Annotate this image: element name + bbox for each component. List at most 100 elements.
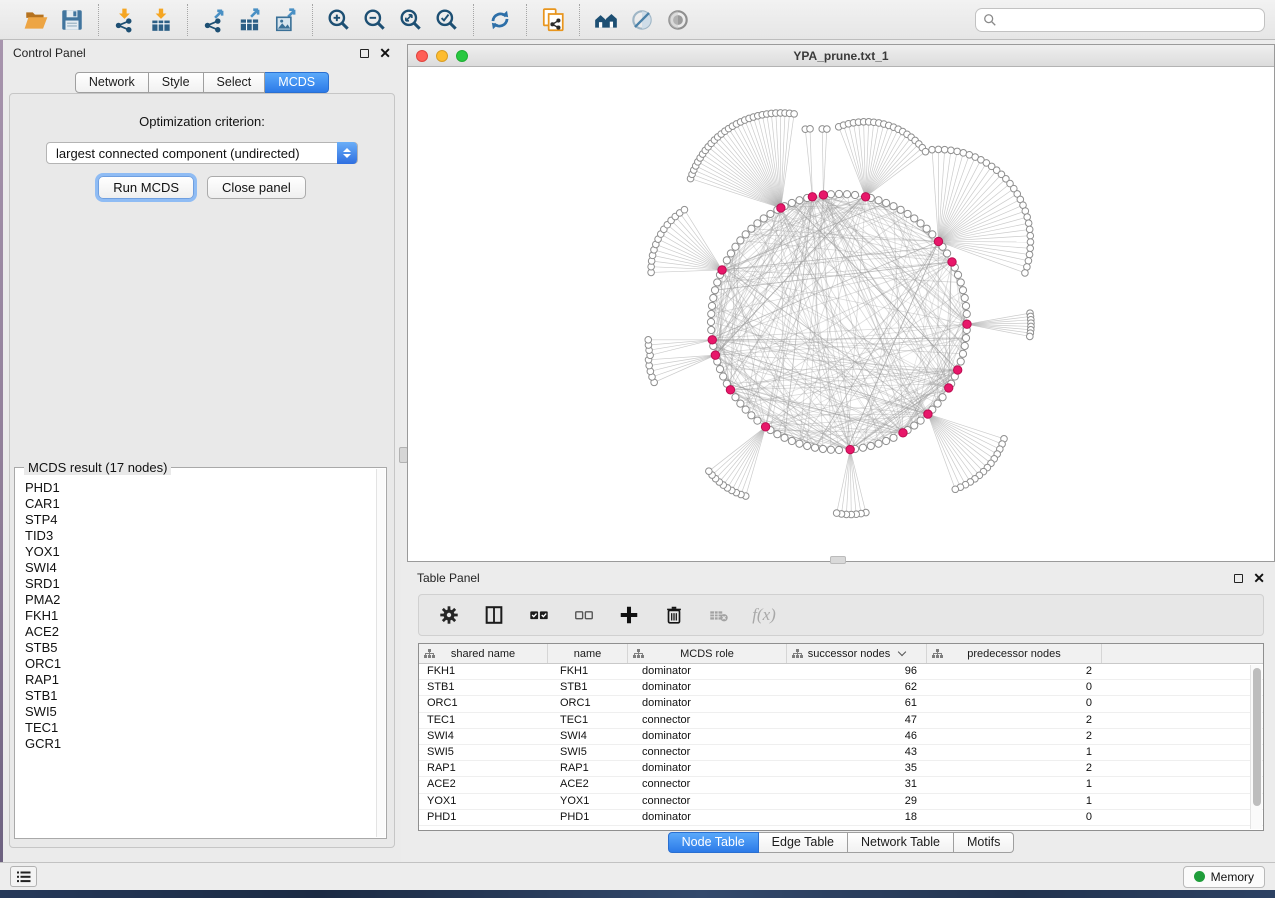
mcds-result-item[interactable]: PHD1 xyxy=(25,480,386,496)
cell-successor-nodes[interactable]: 43 xyxy=(787,745,927,760)
network-window-titlebar[interactable]: YPA_prune.txt_1 xyxy=(408,45,1274,67)
ring-node[interactable] xyxy=(911,215,918,222)
cell-MCDS-role[interactable]: dominator xyxy=(628,729,787,744)
leaf-node[interactable] xyxy=(681,206,688,213)
cell-successor-nodes[interactable]: 18 xyxy=(787,810,927,825)
dominator-node[interactable] xyxy=(711,351,719,359)
mcds-result-item[interactable]: STB5 xyxy=(25,640,386,656)
mcds-result-item[interactable]: SRD1 xyxy=(25,576,386,592)
cell-MCDS-role[interactable]: dominator xyxy=(628,696,787,711)
mcds-result-item[interactable]: ORC1 xyxy=(25,656,386,672)
cell-successor-nodes[interactable]: 35 xyxy=(787,761,927,776)
ring-node[interactable] xyxy=(748,225,755,232)
ring-node[interactable] xyxy=(707,318,714,325)
mcds-result-item[interactable]: CAR1 xyxy=(25,496,386,512)
ring-node[interactable] xyxy=(957,358,964,365)
import-table-icon[interactable] xyxy=(146,6,176,34)
cell-name[interactable]: FKH1 xyxy=(548,664,628,679)
cell-shared-name[interactable]: FKH1 xyxy=(419,664,548,679)
table-row[interactable]: STB1STB1dominator620 xyxy=(419,680,1263,696)
cell-name[interactable]: ORC1 xyxy=(548,696,628,711)
mcds-result-item[interactable]: ACE2 xyxy=(25,624,386,640)
ring-node[interactable] xyxy=(961,342,968,349)
dominator-node[interactable] xyxy=(899,429,907,437)
zoom-selected-icon[interactable] xyxy=(432,6,462,34)
ring-node[interactable] xyxy=(788,437,795,444)
table-tab-network-table[interactable]: Network Table xyxy=(848,832,954,853)
cell-shared-name[interactable]: ACE2 xyxy=(419,777,548,792)
cell-name[interactable]: SWI4 xyxy=(548,729,628,744)
panel-menu-button[interactable] xyxy=(10,866,37,887)
table-tab-edge-table[interactable]: Edge Table xyxy=(759,832,848,853)
ring-node[interactable] xyxy=(959,287,966,294)
cell-successor-nodes[interactable]: 29 xyxy=(787,794,927,809)
cell-MCDS-role[interactable]: connector xyxy=(628,713,787,728)
column-header-MCDS-role[interactable]: MCDS role xyxy=(628,644,787,663)
mcds-result-item[interactable]: SWI4 xyxy=(25,560,386,576)
cell-MCDS-role[interactable]: dominator xyxy=(628,664,787,679)
cell-MCDS-role[interactable]: dominator xyxy=(628,761,787,776)
ring-node[interactable] xyxy=(875,197,882,204)
ring-node[interactable] xyxy=(963,310,970,317)
dominator-node[interactable] xyxy=(861,193,869,201)
mcds-result-item[interactable]: STP4 xyxy=(25,512,386,528)
ring-node[interactable] xyxy=(714,279,721,286)
ring-node[interactable] xyxy=(716,366,723,373)
mcds-result-item[interactable]: TID3 xyxy=(25,528,386,544)
ring-node[interactable] xyxy=(911,422,918,429)
ring-node[interactable] xyxy=(904,210,911,217)
table-scrollbar[interactable] xyxy=(1250,665,1262,829)
cell-shared-name[interactable]: TEC1 xyxy=(419,713,548,728)
table-row[interactable]: YOX1YOX1connector291 xyxy=(419,794,1263,810)
zoom-fit-icon[interactable] xyxy=(396,6,426,34)
dominator-node[interactable] xyxy=(924,410,932,418)
table-row[interactable]: ACE2ACE2connector311 xyxy=(419,777,1263,793)
cell-successor-nodes[interactable]: 61 xyxy=(787,696,927,711)
cell-MCDS-role[interactable]: connector xyxy=(628,794,787,809)
table-row[interactable]: TEC1TEC1connector472 xyxy=(419,713,1263,729)
ring-node[interactable] xyxy=(710,294,717,301)
tab-style[interactable]: Style xyxy=(149,72,204,93)
leaf-node[interactable] xyxy=(1025,220,1032,227)
ring-node[interactable] xyxy=(804,442,811,449)
optimization-criterion-select[interactable]: largest connected component (undirected) xyxy=(46,142,358,164)
export-network-icon[interactable] xyxy=(199,6,229,34)
ring-node[interactable] xyxy=(843,191,850,198)
cell-shared-name[interactable]: YOX1 xyxy=(419,794,548,809)
cell-predecessor-nodes[interactable]: 0 xyxy=(927,810,1102,825)
ring-node[interactable] xyxy=(890,434,897,441)
leaf-node[interactable] xyxy=(1027,239,1034,246)
dominator-node[interactable] xyxy=(948,258,956,266)
leaf-node[interactable] xyxy=(1027,232,1034,239)
leaf-node[interactable] xyxy=(791,111,798,118)
create-column-icon[interactable] xyxy=(617,603,641,627)
cell-successor-nodes[interactable]: 96 xyxy=(787,664,927,679)
ring-node[interactable] xyxy=(723,257,730,264)
dominator-node[interactable] xyxy=(945,384,953,392)
leaf-node[interactable] xyxy=(948,147,955,154)
leaf-node[interactable] xyxy=(941,146,948,153)
leaf-node[interactable] xyxy=(929,146,936,153)
ring-node[interactable] xyxy=(835,190,842,197)
ring-node[interactable] xyxy=(859,444,866,451)
leaf-node[interactable] xyxy=(952,486,959,493)
column-header-name[interactable]: name xyxy=(548,644,628,663)
ring-node[interactable] xyxy=(851,191,858,198)
column-header-successor-nodes[interactable]: successor nodes xyxy=(787,644,927,663)
cell-predecessor-nodes[interactable]: 1 xyxy=(927,777,1102,792)
leaf-node[interactable] xyxy=(1026,226,1033,233)
leaf-node[interactable] xyxy=(1024,214,1031,221)
cell-successor-nodes[interactable]: 47 xyxy=(787,713,927,728)
cell-name[interactable]: YOX1 xyxy=(548,794,628,809)
ring-node[interactable] xyxy=(742,406,749,413)
cell-successor-nodes[interactable]: 46 xyxy=(787,729,927,744)
dominator-node[interactable] xyxy=(808,193,816,201)
tab-select[interactable]: Select xyxy=(204,72,266,93)
leaf-node[interactable] xyxy=(1027,245,1034,252)
ring-node[interactable] xyxy=(897,206,904,213)
cell-predecessor-nodes[interactable]: 0 xyxy=(927,696,1102,711)
tab-network[interactable]: Network xyxy=(75,72,149,93)
ring-node[interactable] xyxy=(827,191,834,198)
tab-mcds[interactable]: MCDS xyxy=(265,72,329,93)
cell-name[interactable]: STB1 xyxy=(548,680,628,695)
